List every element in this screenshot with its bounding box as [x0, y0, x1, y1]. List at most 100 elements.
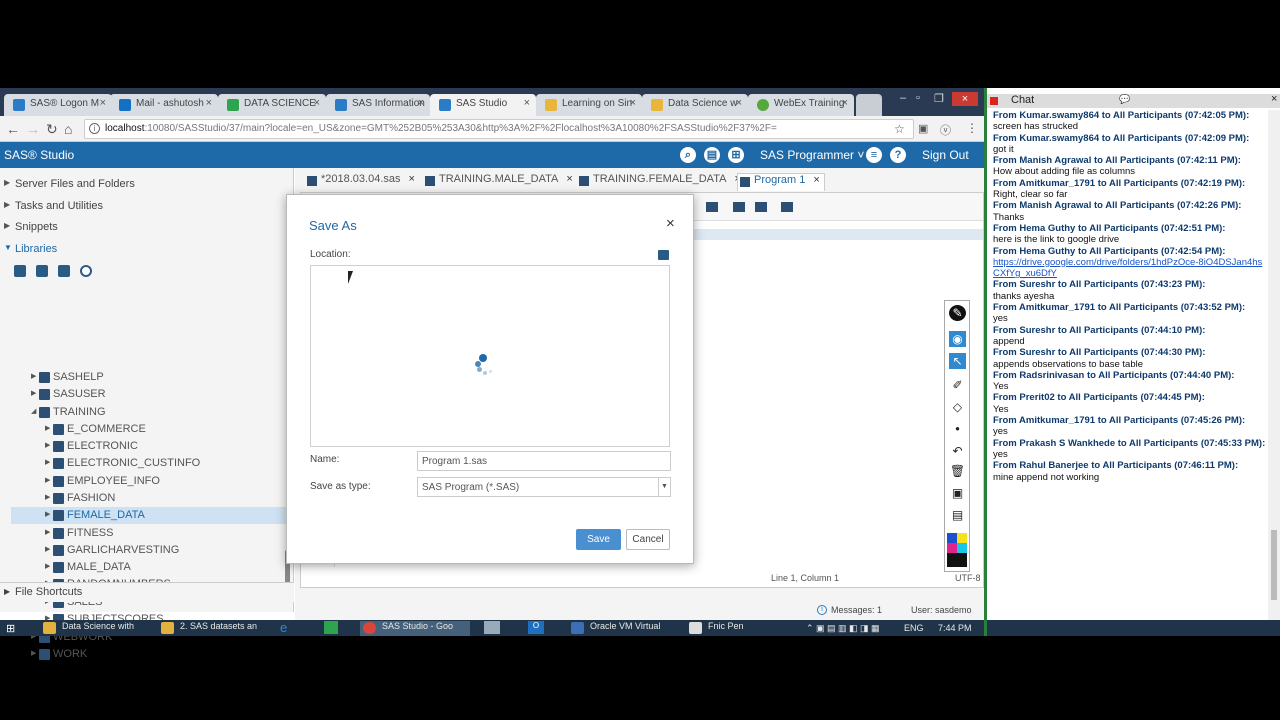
browser-tab-sas-information[interactable]: SAS Information ×: [326, 94, 430, 116]
table-employee-info[interactable]: ▶ EMPLOYEE_INFO: [0, 473, 288, 490]
tab-training-male-data[interactable]: TRAINING.MALE_DATA ×: [423, 173, 573, 191]
color-swatch-yellow[interactable]: [957, 533, 967, 543]
tab-training-female-data[interactable]: TRAINING.FEMALE_DATA×: [577, 173, 741, 191]
home-icon[interactable]: ⌂: [64, 121, 72, 137]
format-code-icon[interactable]: [755, 202, 767, 212]
eraser-icon[interactable]: ◇: [949, 399, 966, 415]
taskbar-item-sas-studio[interactable]: SAS Studio - Goo: [360, 621, 470, 636]
close-icon[interactable]: ×: [100, 97, 106, 109]
browser-tab-webex[interactable]: WebEx Training ×: [748, 94, 854, 116]
table-male-data[interactable]: ▶ MALE_DATA: [0, 559, 288, 576]
section-file-shortcuts[interactable]: ▶ File Shortcuts: [0, 582, 294, 602]
file-name-input[interactable]: Program 1.sas: [417, 451, 671, 471]
window-close-button[interactable]: ×: [952, 92, 978, 106]
help-icon[interactable]: ?: [890, 147, 906, 163]
table-e-commerce[interactable]: ▶ E_COMMERCE: [0, 421, 288, 438]
sign-out-link[interactable]: Sign Out: [922, 148, 969, 162]
library-training[interactable]: ◢ TRAINING: [0, 404, 288, 421]
info-icon[interactable]: i: [89, 123, 100, 134]
save-button[interactable]: Save: [576, 529, 621, 550]
taskbar-item-oracle-vm[interactable]: Oracle VM Virtual: [568, 621, 678, 636]
close-icon[interactable]: ×: [1271, 93, 1277, 105]
browser-tab-sas-studio[interactable]: SAS Studio ×: [430, 94, 536, 116]
bookmark-star-icon[interactable]: ☆: [894, 122, 905, 136]
language-indicator[interactable]: ENG: [904, 623, 924, 633]
table-female-data[interactable]: ▶ FEMALE_DATA: [11, 507, 288, 524]
table-fashion[interactable]: ▶ FASHION: [0, 490, 288, 507]
applications-icon[interactable]: ⊞: [728, 147, 744, 163]
clipboard-icon[interactable]: ▤: [949, 507, 966, 523]
close-icon[interactable]: ×: [666, 215, 675, 232]
indent-icon[interactable]: [733, 202, 745, 212]
browser-tab-learning[interactable]: Learning on Sin ×: [536, 94, 642, 116]
chat-scrollbar[interactable]: [1268, 110, 1280, 620]
properties-icon[interactable]: [58, 265, 70, 277]
windows-start-icon[interactable]: ⊞: [6, 622, 15, 635]
section-server-files[interactable]: ▶ Server Files and Folders: [0, 178, 290, 196]
close-icon[interactable]: ×: [418, 97, 424, 109]
clock[interactable]: 7:44 PM: [938, 623, 972, 633]
taskbar-item-epic-pen[interactable]: Fnic Pen: [686, 621, 766, 636]
refresh-icon[interactable]: [80, 265, 92, 277]
store-icon[interactable]: [324, 621, 338, 634]
close-icon[interactable]: ×: [842, 97, 848, 109]
color-swatch-cyan[interactable]: [957, 543, 967, 553]
extension-icon[interactable]: ▣: [918, 122, 928, 135]
taskbar-item-sas-datasets[interactable]: 2. SAS datasets an: [158, 621, 268, 636]
highlighter-icon[interactable]: ✐: [949, 377, 966, 393]
delete-icon[interactable]: [36, 265, 48, 277]
restore-icon[interactable]: ▫: [916, 92, 920, 104]
taskbar-item-data-science[interactable]: Data Science with: [40, 621, 152, 636]
cancel-button[interactable]: Cancel: [626, 529, 670, 550]
close-icon[interactable]: ×: [630, 97, 636, 109]
scroll-thumb[interactable]: [1271, 530, 1277, 600]
close-icon[interactable]: ×: [314, 97, 320, 109]
tab-program-1[interactable]: Program 1 ×: [737, 173, 825, 191]
outlook-icon[interactable]: O: [528, 621, 544, 634]
close-icon[interactable]: ×: [813, 174, 819, 186]
new-tab-button[interactable]: [856, 94, 882, 116]
table-garlicharvesting[interactable]: ▶ GARLICHARVESTING: [0, 542, 288, 559]
dot-icon[interactable]: ●: [949, 421, 966, 437]
perspective-dropdown[interactable]: SAS Programmer ˅: [760, 148, 864, 162]
browser-tab-data-science-w[interactable]: Data Science w ×: [642, 94, 748, 116]
trash-icon[interactable]: 🗑: [949, 463, 966, 479]
menu-icon[interactable]: ⋮: [966, 121, 978, 135]
arrow-pointer-icon[interactable]: ↖: [949, 353, 966, 369]
forward-icon[interactable]: →: [26, 121, 40, 137]
minimize-icon[interactable]: –: [900, 92, 906, 104]
eye-icon[interactable]: ◉: [949, 331, 966, 347]
reload-icon[interactable]: ↻: [46, 121, 58, 138]
more-options-icon[interactable]: ≡: [866, 147, 882, 163]
table-electronic[interactable]: ▶ ELECTRONIC: [0, 438, 288, 455]
section-snippets[interactable]: ▶ Snippets: [0, 221, 290, 239]
location-tree[interactable]: [310, 265, 670, 447]
color-swatch-magenta[interactable]: [947, 543, 957, 553]
maximize-view-icon[interactable]: [781, 202, 793, 212]
close-icon[interactable]: ×: [409, 173, 415, 185]
library-sasuser[interactable]: ▶ SASUSER: [0, 386, 288, 403]
internet-explorer-icon[interactable]: e: [280, 620, 287, 635]
tab-2018-03-04-sas[interactable]: *2018.03.04.sas ×: [305, 173, 415, 191]
section-libraries[interactable]: ▼ Libraries: [0, 243, 290, 261]
table-fitness[interactable]: ▶ FITNESS: [0, 525, 288, 542]
close-icon[interactable]: ×: [206, 97, 212, 109]
messages-count[interactable]: Messages: 1: [831, 605, 882, 615]
new-folder-icon[interactable]: [658, 250, 669, 260]
annotation-pointer-icon[interactable]: ✎: [949, 305, 966, 321]
close-icon[interactable]: ×: [566, 173, 572, 185]
color-swatch-blue[interactable]: [947, 533, 957, 543]
browser-tab-sas-logon[interactable]: SAS® Logon M ×: [4, 94, 112, 116]
search-icon[interactable]: ⌕: [680, 147, 696, 163]
back-icon[interactable]: ←: [6, 121, 20, 137]
tray-icons[interactable]: ⌃ ▣ ▤ ▥ ◧ ◨ ▦: [806, 623, 880, 634]
save-type-select[interactable]: SAS Program (*.SAS) ▼: [417, 477, 671, 497]
undo-icon[interactable]: ↶: [949, 443, 966, 459]
new-options-icon[interactable]: ▤: [704, 147, 720, 163]
new-library-icon[interactable]: [14, 265, 26, 277]
close-icon[interactable]: ×: [736, 97, 742, 109]
library-sashelp[interactable]: ▶ SASHELP: [0, 369, 288, 386]
table-electronic-custinfo[interactable]: ▶ ELECTRONIC_CUSTINFO: [0, 455, 288, 472]
camera-icon[interactable]: ▣: [949, 485, 966, 501]
chat-close-icon[interactable]: [990, 97, 998, 105]
